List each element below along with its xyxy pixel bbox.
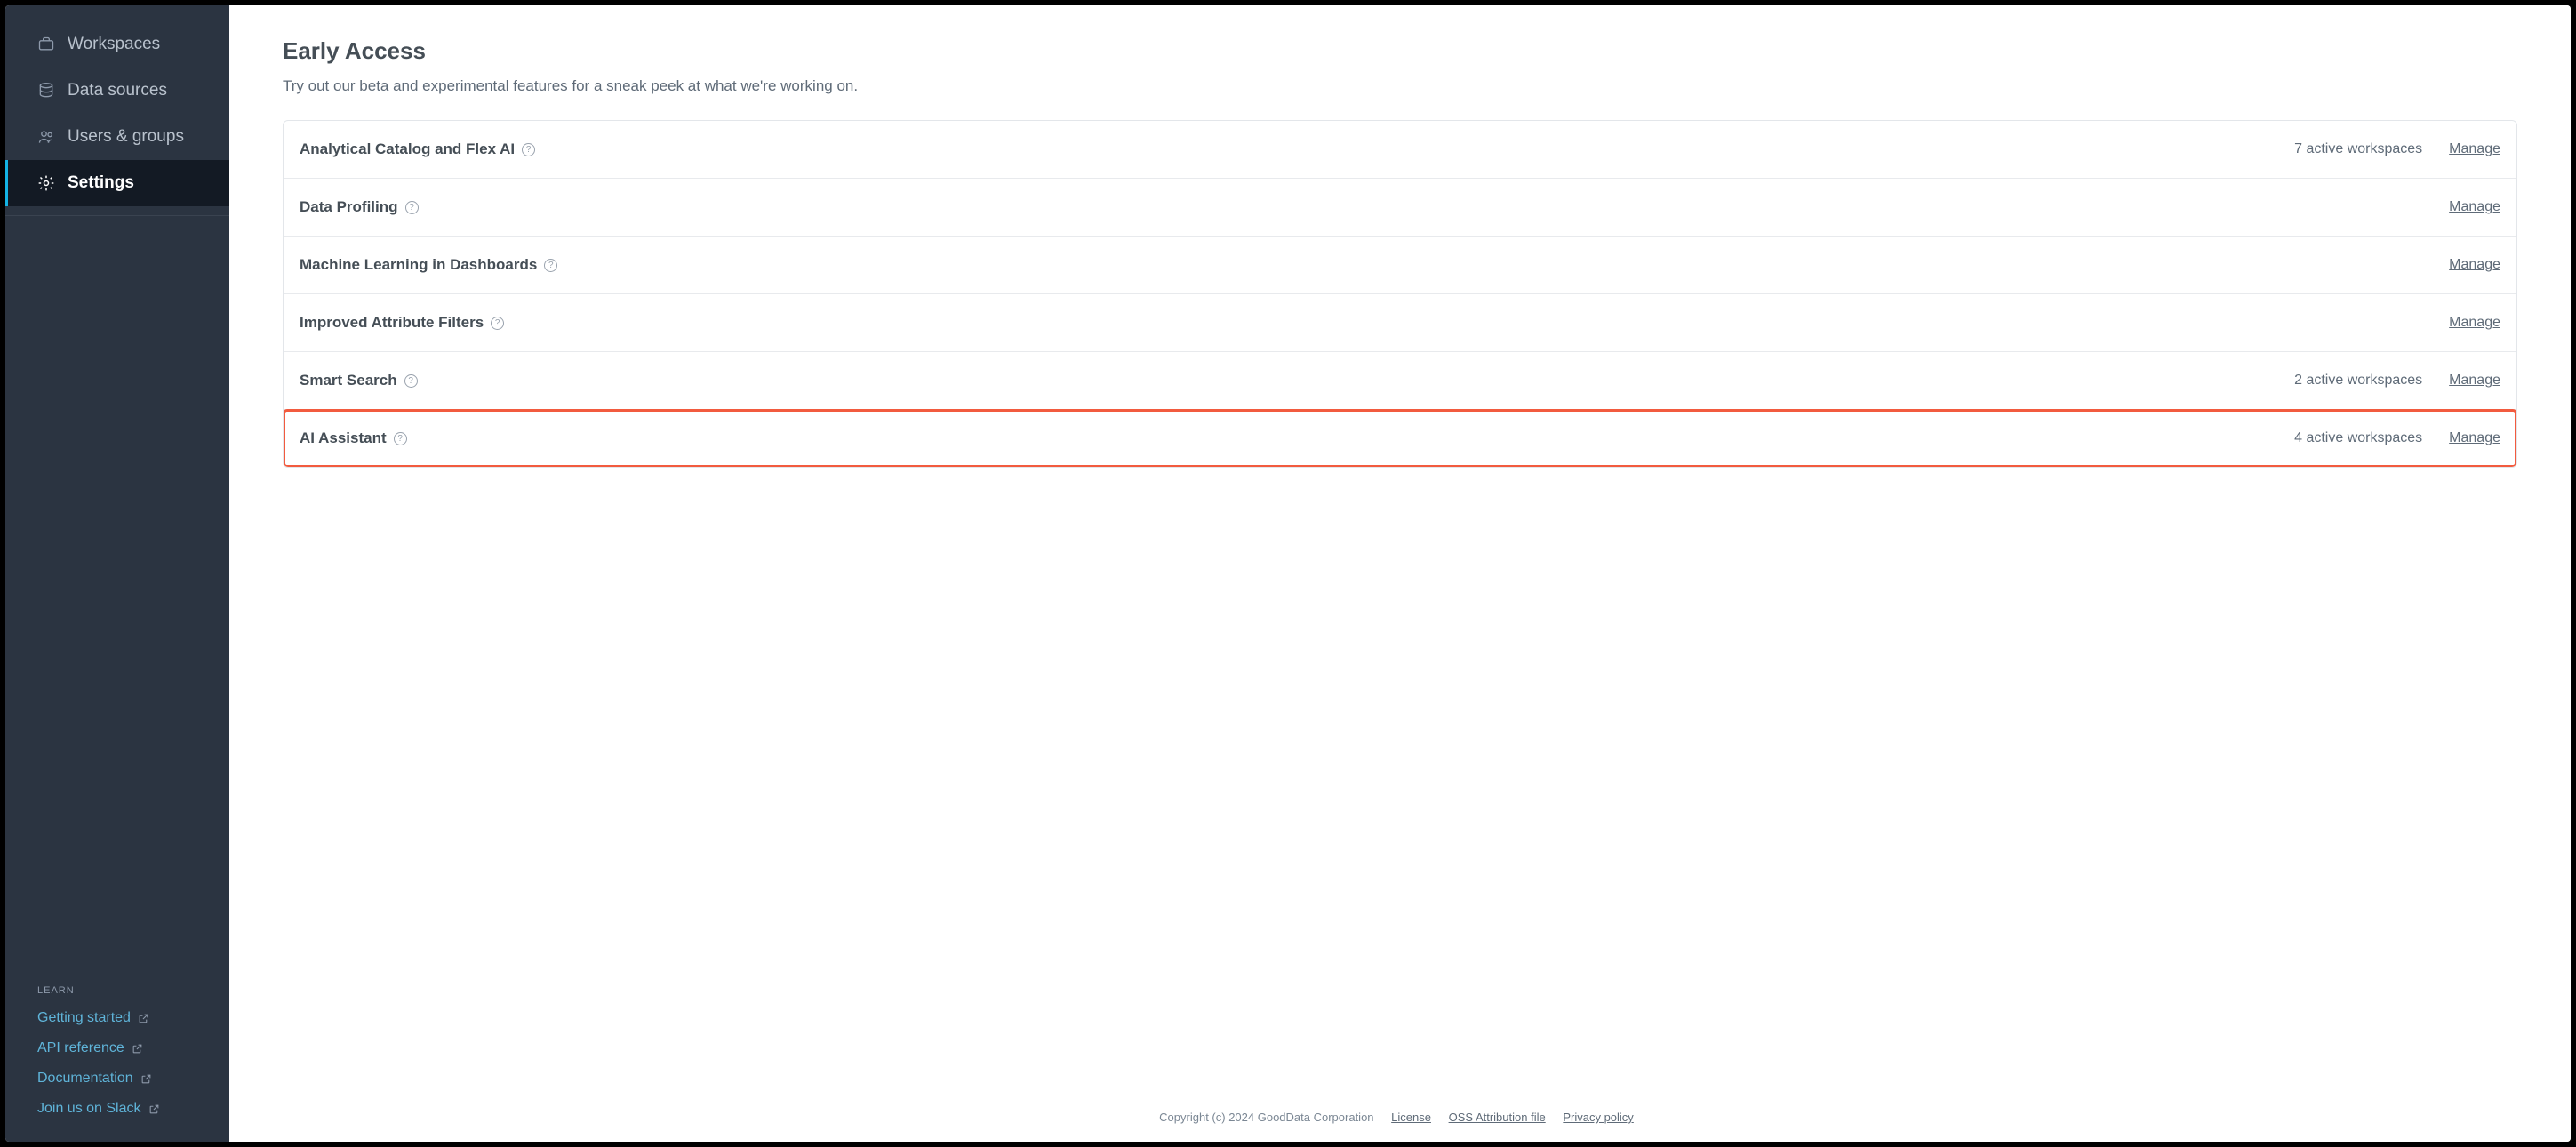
sidebar-item-data-sources[interactable]: Data sources <box>5 68 229 114</box>
help-icon[interactable]: ? <box>404 374 418 388</box>
sidebar-learn-section: LEARN Getting started API reference Docu… <box>5 985 229 1142</box>
feature-name-text: Machine Learning in Dashboards <box>300 256 537 274</box>
learn-link-label: Join us on Slack <box>37 1101 141 1117</box>
app-root: Workspaces Data sources Users & groups <box>5 5 2571 1142</box>
feature-row-attribute-filters: Improved Attribute Filters ? Manage <box>284 294 2516 352</box>
sidebar-item-label: Settings <box>68 173 134 193</box>
content: Early Access Try out our beta and experi… <box>229 5 2571 1098</box>
main: Early Access Try out our beta and experi… <box>229 5 2571 1142</box>
feature-status: 2 active workspaces <box>2294 373 2422 389</box>
help-icon[interactable]: ? <box>394 432 407 445</box>
sidebar-spacer <box>5 216 229 985</box>
learn-link-slack[interactable]: Join us on Slack <box>37 1094 197 1124</box>
feature-name-text: Improved Attribute Filters <box>300 314 484 332</box>
feature-row-analytical-catalog: Analytical Catalog and Flex AI ? 7 activ… <box>284 121 2516 179</box>
footer: Copyright (c) 2024 GoodData Corporation … <box>229 1098 2571 1142</box>
external-link-icon <box>132 1043 143 1055</box>
feature-name: Analytical Catalog and Flex AI ? <box>300 140 535 158</box>
features-panel: Analytical Catalog and Flex AI ? 7 activ… <box>283 120 2517 468</box>
feature-name: Machine Learning in Dashboards ? <box>300 256 557 274</box>
learn-link-label: Documentation <box>37 1071 133 1087</box>
learn-link-getting-started[interactable]: Getting started <box>37 1003 197 1033</box>
external-link-icon <box>148 1103 160 1115</box>
learn-link-api-reference[interactable]: API reference <box>37 1033 197 1063</box>
feature-name: Improved Attribute Filters ? <box>300 314 504 332</box>
page-description: Try out our beta and experimental featur… <box>283 77 2517 95</box>
manage-link[interactable]: Manage <box>2449 257 2500 273</box>
help-icon[interactable]: ? <box>544 259 557 272</box>
sidebar: Workspaces Data sources Users & groups <box>5 5 229 1142</box>
feature-row-machine-learning: Machine Learning in Dashboards ? Manage <box>284 237 2516 294</box>
feature-name-text: Smart Search <box>300 372 397 389</box>
sidebar-item-users-groups[interactable]: Users & groups <box>5 114 229 160</box>
feature-status: 7 active workspaces <box>2294 141 2422 157</box>
sidebar-item-workspaces[interactable]: Workspaces <box>5 21 229 68</box>
help-icon[interactable]: ? <box>522 143 535 156</box>
help-icon[interactable]: ? <box>491 317 504 330</box>
feature-name: AI Assistant ? <box>300 429 407 447</box>
gear-icon <box>37 174 55 192</box>
workspaces-icon <box>37 36 55 53</box>
feature-row-smart-search: Smart Search ? 2 active workspaces Manag… <box>284 352 2516 410</box>
manage-link[interactable]: Manage <box>2449 141 2500 157</box>
footer-link-license[interactable]: License <box>1391 1111 1431 1124</box>
sidebar-item-label: Data sources <box>68 81 167 100</box>
sidebar-item-label: Workspaces <box>68 35 160 54</box>
feature-name-text: AI Assistant <box>300 429 387 447</box>
footer-link-privacy[interactable]: Privacy policy <box>1563 1111 1633 1124</box>
sidebar-item-label: Users & groups <box>68 127 184 147</box>
feature-name: Data Profiling ? <box>300 198 419 216</box>
help-icon[interactable]: ? <box>405 201 419 214</box>
external-link-icon <box>140 1073 152 1085</box>
feature-name-text: Analytical Catalog and Flex AI <box>300 140 515 158</box>
manage-link[interactable]: Manage <box>2449 315 2500 331</box>
learn-link-documentation[interactable]: Documentation <box>37 1063 197 1094</box>
footer-copyright: Copyright (c) 2024 GoodData Corporation <box>1159 1111 1373 1124</box>
database-icon <box>37 82 55 100</box>
manage-link[interactable]: Manage <box>2449 199 2500 215</box>
manage-link[interactable]: Manage <box>2449 373 2500 389</box>
learn-heading: LEARN <box>37 985 197 996</box>
feature-row-ai-assistant: AI Assistant ? 4 active workspaces Manag… <box>284 410 2516 467</box>
learn-link-label: API reference <box>37 1040 124 1056</box>
users-icon <box>37 128 55 146</box>
page-title: Early Access <box>283 37 2517 65</box>
learn-link-label: Getting started <box>37 1010 131 1026</box>
feature-row-data-profiling: Data Profiling ? Manage <box>284 179 2516 237</box>
sidebar-item-settings[interactable]: Settings <box>5 160 229 206</box>
sidebar-nav: Workspaces Data sources Users & groups <box>5 5 229 216</box>
feature-name-text: Data Profiling <box>300 198 398 216</box>
feature-status: 4 active workspaces <box>2294 430 2422 446</box>
feature-name: Smart Search ? <box>300 372 418 389</box>
footer-link-oss[interactable]: OSS Attribution file <box>1449 1111 1546 1124</box>
external-link-icon <box>138 1013 149 1024</box>
manage-link[interactable]: Manage <box>2449 430 2500 446</box>
